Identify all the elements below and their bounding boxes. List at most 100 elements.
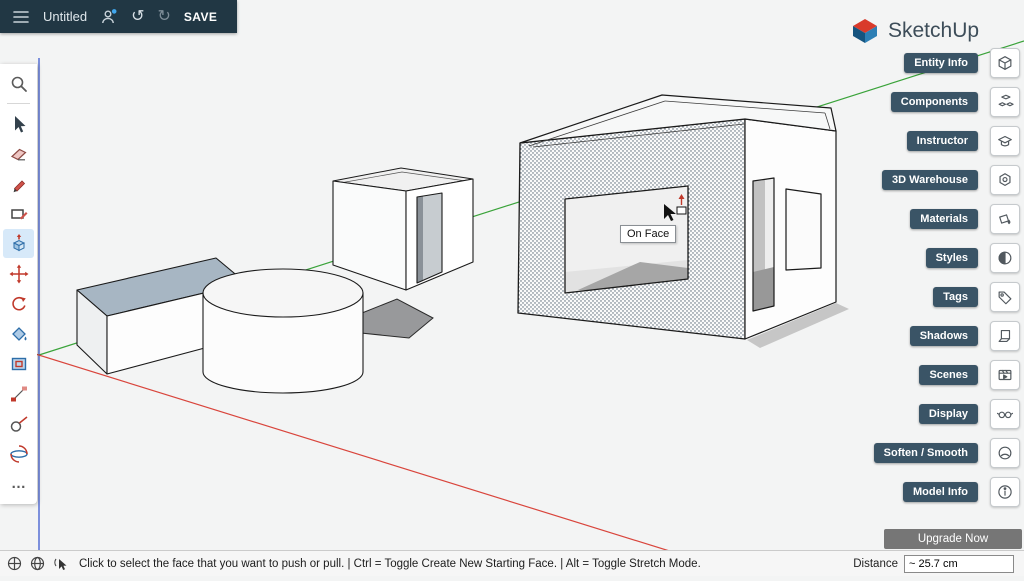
panel-row-components: Components xyxy=(874,87,1020,117)
upgrade-now-button[interactable]: Upgrade Now xyxy=(884,529,1022,549)
rotate-icon xyxy=(8,293,30,315)
panel-tile-model-info[interactable] xyxy=(990,477,1020,507)
pushpull-icon xyxy=(8,233,30,255)
offset-tool[interactable] xyxy=(3,349,34,378)
paint-bucket-icon xyxy=(8,323,30,345)
eraser-icon xyxy=(8,143,30,165)
panel-button-materials[interactable]: Materials xyxy=(910,209,978,229)
styles-icon xyxy=(996,249,1014,267)
redo-icon: ↻ xyxy=(157,9,170,25)
entity-info-icon xyxy=(996,54,1014,72)
select-tool[interactable] xyxy=(3,109,34,138)
line-tool[interactable] xyxy=(3,169,34,198)
materials-icon xyxy=(996,210,1014,228)
redo-button[interactable]: ↻ xyxy=(157,9,170,25)
geolocation-button[interactable] xyxy=(6,555,23,572)
document-title: Untitled xyxy=(43,9,87,24)
display-icon xyxy=(996,405,1014,423)
panel-button-styles[interactable]: Styles xyxy=(926,248,978,268)
panel-tile-scenes[interactable] xyxy=(990,360,1020,390)
logo-wordmark: SketchUp xyxy=(888,19,979,43)
toolbar-divider xyxy=(7,103,30,104)
measurement-label: Distance xyxy=(853,558,898,570)
search-icon xyxy=(8,73,30,95)
panel-tile-shadows[interactable] xyxy=(990,321,1020,351)
status-message: Click to select the face that you want t… xyxy=(79,558,701,570)
panel-row-shadows: Shadows xyxy=(874,321,1020,351)
right-panel: Entity Info Components Instructor 3D War… xyxy=(874,48,1020,516)
tags-icon xyxy=(996,288,1014,306)
panel-row-materials: Materials xyxy=(874,204,1020,234)
panel-button-components[interactable]: Components xyxy=(891,92,978,112)
orbit-icon xyxy=(8,443,30,465)
notification-dot xyxy=(112,9,117,14)
panel-row-3d-warehouse: 3D Warehouse xyxy=(874,165,1020,195)
panel-button-tags[interactable]: Tags xyxy=(933,287,978,307)
model-house[interactable] xyxy=(518,95,849,348)
cursor-click-icon xyxy=(52,555,69,572)
paint-tool[interactable] xyxy=(3,319,34,348)
undo-icon: ↺ xyxy=(131,9,144,25)
panel-tile-materials[interactable] xyxy=(990,204,1020,234)
save-button[interactable]: SAVE xyxy=(184,10,217,24)
panel-row-model-info: Model Info xyxy=(874,477,1020,507)
components-icon xyxy=(996,93,1014,111)
scale-tool[interactable] xyxy=(3,379,34,408)
hamburger-icon xyxy=(12,9,30,25)
panel-row-soften-smooth: Soften / Smooth xyxy=(874,438,1020,468)
globe-crosshair-icon xyxy=(6,555,23,572)
more-tools-button[interactable]: … xyxy=(3,469,34,498)
warehouse-icon xyxy=(996,171,1014,189)
orbit-tool[interactable] xyxy=(3,439,34,468)
cursor-hint-button[interactable] xyxy=(52,555,69,572)
panel-button-3d-warehouse[interactable]: 3D Warehouse xyxy=(882,170,978,190)
on-face-tooltip: On Face xyxy=(620,225,676,243)
scale-icon xyxy=(8,383,30,405)
language-button[interactable] xyxy=(29,555,46,572)
panel-button-entity-info[interactable]: Entity Info xyxy=(904,53,978,73)
menu-button[interactable] xyxy=(12,9,30,25)
panel-tile-display[interactable] xyxy=(990,399,1020,429)
model-cylinder[interactable] xyxy=(203,269,363,393)
rotate-tool[interactable] xyxy=(3,289,34,318)
panel-tile-components[interactable] xyxy=(990,87,1020,117)
panel-tile-soften-smooth[interactable] xyxy=(990,438,1020,468)
panel-tile-entity-info[interactable] xyxy=(990,48,1020,78)
pushpull-tool[interactable] xyxy=(3,229,34,258)
sketchup-logo: SketchUp xyxy=(850,16,979,46)
panel-button-model-info[interactable]: Model Info xyxy=(903,482,978,502)
tape-measure-tool[interactable] xyxy=(3,409,34,438)
soften-smooth-icon xyxy=(996,444,1014,462)
eraser-tool[interactable] xyxy=(3,139,34,168)
panel-button-shadows[interactable]: Shadows xyxy=(910,326,978,346)
offset-icon xyxy=(8,353,30,375)
user-icon xyxy=(100,8,118,25)
panel-button-display[interactable]: Display xyxy=(919,404,978,424)
ellipsis-icon: … xyxy=(11,476,26,491)
panel-row-tags: Tags xyxy=(874,282,1020,312)
search-tool[interactable] xyxy=(3,69,34,98)
tape-measure-icon xyxy=(8,413,30,435)
panel-row-instructor: Instructor xyxy=(874,126,1020,156)
rectangle-icon xyxy=(8,203,30,225)
shapes-tool[interactable] xyxy=(3,199,34,228)
panel-tile-3d-warehouse[interactable] xyxy=(990,165,1020,195)
select-cursor-icon xyxy=(8,113,30,135)
measurement-input[interactable] xyxy=(904,555,1014,573)
panel-tile-styles[interactable] xyxy=(990,243,1020,273)
panel-tile-tags[interactable] xyxy=(990,282,1020,312)
sketchup-logo-icon xyxy=(850,16,880,46)
panel-row-entity-info: Entity Info xyxy=(874,48,1020,78)
globe-icon xyxy=(29,555,46,572)
3d-viewport[interactable] xyxy=(0,0,1024,576)
account-button[interactable] xyxy=(100,8,118,25)
pencil-icon xyxy=(8,173,30,195)
shadows-icon xyxy=(996,327,1014,345)
panel-button-instructor[interactable]: Instructor xyxy=(907,131,978,151)
panel-button-soften-smooth[interactable]: Soften / Smooth xyxy=(874,443,978,463)
status-bar: Click to select the face that you want t… xyxy=(0,550,1024,576)
move-tool[interactable] xyxy=(3,259,34,288)
panel-button-scenes[interactable]: Scenes xyxy=(919,365,978,385)
undo-button[interactable]: ↺ xyxy=(131,9,144,25)
panel-tile-instructor[interactable] xyxy=(990,126,1020,156)
